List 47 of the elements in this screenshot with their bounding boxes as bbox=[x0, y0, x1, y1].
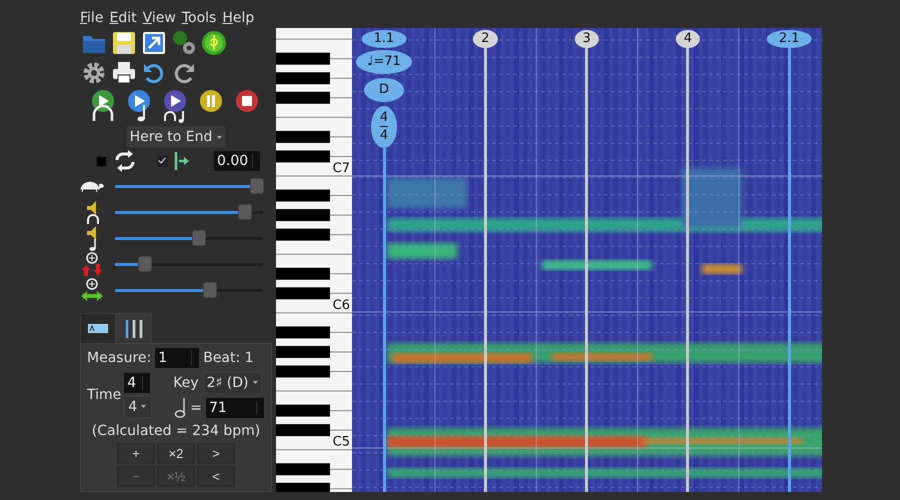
key-dropdown[interactable]: 2♯ (D) bbox=[202, 372, 262, 394]
turtle-icon bbox=[80, 180, 104, 193]
octave-label: C7 bbox=[332, 161, 350, 176]
equals-sign: = bbox=[190, 400, 202, 416]
tab[interactable] bbox=[116, 313, 152, 343]
beat-label: Beat: 1 bbox=[203, 350, 254, 366]
menu-item[interactable]: Help bbox=[222, 10, 254, 26]
half-note-icon bbox=[173, 396, 186, 419]
tab[interactable] bbox=[80, 313, 116, 343]
bars-icon bbox=[125, 320, 143, 338]
caret-icon bbox=[141, 405, 146, 408]
menu-item[interactable]: File bbox=[80, 10, 104, 26]
zoom-vertical-icon bbox=[81, 252, 103, 277]
tempo-spinbox[interactable]: 71 bbox=[206, 398, 264, 418]
speaker-note-icon bbox=[86, 224, 98, 252]
zoom-horizontal-icon bbox=[80, 278, 104, 302]
key-label: Key bbox=[173, 374, 199, 391]
text-field-icon bbox=[88, 324, 108, 334]
menu-item[interactable]: Tools bbox=[182, 10, 216, 26]
time-top-spinbox[interactable]: 4 bbox=[124, 372, 150, 393]
spectrogram-drawing[interactable] bbox=[352, 28, 822, 492]
loop-checkbox[interactable] bbox=[96, 156, 107, 167]
range-dropdown[interactable]: Here to End bbox=[126, 126, 226, 148]
tempo-button[interactable]: > bbox=[197, 442, 235, 464]
tempo-button[interactable]: ×2 bbox=[157, 442, 195, 464]
time-bottom-dropdown[interactable]: 4 bbox=[124, 396, 152, 418]
measure-spinbox[interactable]: 1 bbox=[155, 348, 200, 368]
offset-spinbox[interactable]: 0.00 bbox=[214, 151, 260, 172]
lead-in-checkbox[interactable] bbox=[157, 156, 168, 167]
clef-button[interactable] bbox=[200, 30, 228, 56]
piano-keyboard-drawing[interactable] bbox=[276, 28, 352, 492]
loop-icon bbox=[113, 150, 135, 172]
speaker-headphones-icon bbox=[86, 200, 98, 225]
caret-icon bbox=[217, 136, 222, 139]
octave-label: C5 bbox=[332, 434, 350, 450]
floppy-button[interactable] bbox=[110, 30, 138, 56]
tempo-button[interactable]: + bbox=[117, 442, 155, 464]
tempo-button[interactable]: < bbox=[197, 466, 235, 487]
measure-label: Measure: bbox=[87, 350, 152, 366]
octave-label: C6 bbox=[332, 298, 350, 313]
menu-item[interactable]: View bbox=[142, 10, 176, 26]
export-button[interactable] bbox=[140, 30, 168, 56]
bar-arrow-icon bbox=[174, 151, 190, 172]
menu-item[interactable]: Edit bbox=[109, 10, 137, 26]
caret-icon bbox=[252, 381, 258, 384]
time-label: Time bbox=[87, 387, 122, 404]
calculated-bpm-text: (Calculated = 234 bpm) bbox=[90, 422, 262, 439]
